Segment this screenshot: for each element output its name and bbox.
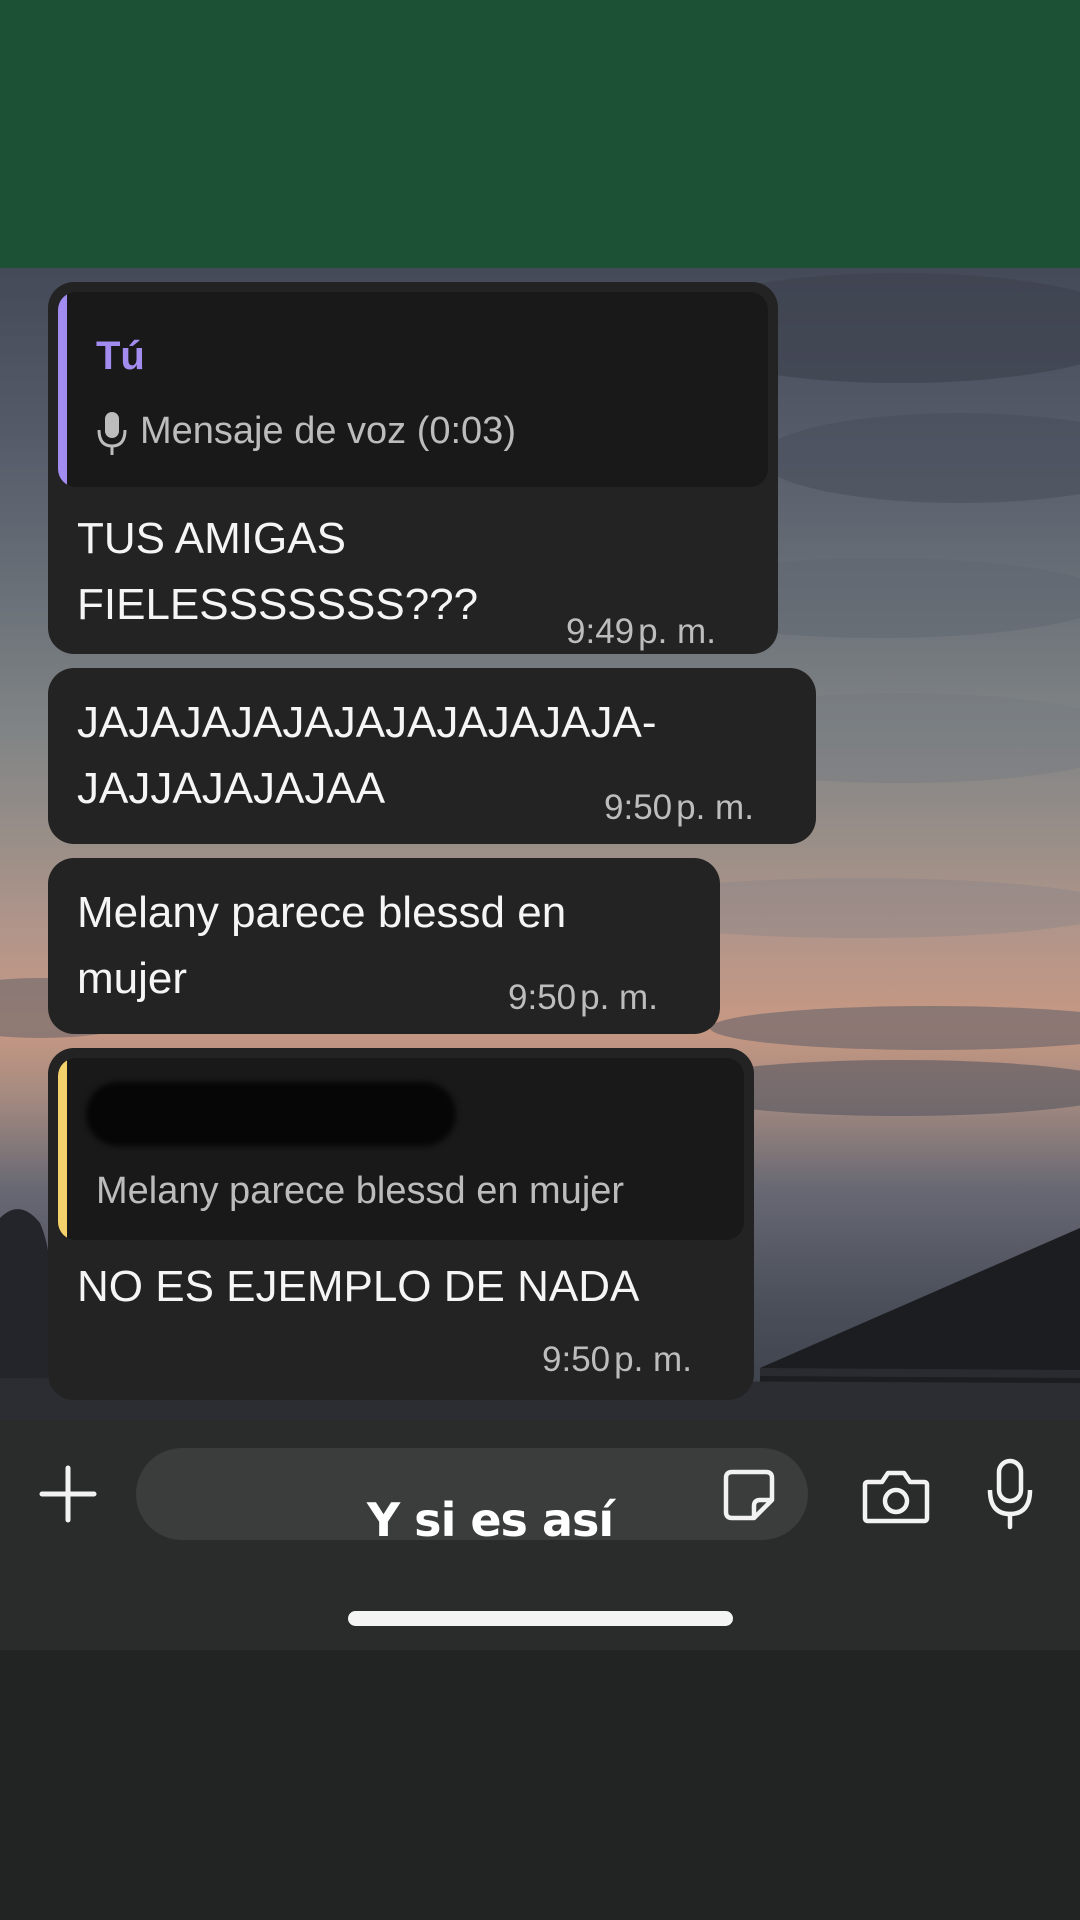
microphone-icon[interactable]: [985, 1458, 1035, 1530]
message-timestamp: 9:50 p. m.: [542, 1340, 692, 1380]
timestamp-ampm: p. m.: [580, 978, 658, 1017]
reply-quote[interactable]: Tú Mensaje de voz (0:03): [58, 292, 768, 487]
reply-text: Melany parece blessd en mujer: [96, 1170, 625, 1212]
message-timestamp: 9:50 p. m.: [508, 978, 658, 1018]
message-text: JAJAJAJAJAJAJAJAJAJAJA- JAJJAJAJAJAA: [77, 698, 657, 813]
timestamp-ampm: p. m.: [614, 1340, 692, 1379]
home-indicator[interactable]: [348, 1611, 733, 1626]
message-text: NO ES EJEMPLO DE NADA: [77, 1262, 640, 1311]
message-bubble[interactable]: Tú Mensaje de voz (0:03) TUS AMIGAS FIEL…: [48, 282, 778, 654]
message-bubble[interactable]: Melany parece blessd en mujer NO ES EJEM…: [48, 1048, 754, 1400]
plus-icon[interactable]: [38, 1464, 98, 1524]
story-caption: Y si es así: [366, 1493, 614, 1547]
message-text: TUS AMIGAS FIELESSSSSSS???: [77, 514, 479, 629]
timestamp-ampm: p. m.: [638, 612, 716, 651]
reply-quote[interactable]: Melany parece blessd en mujer: [58, 1058, 744, 1240]
message-text: Melany parece blessd en mujer: [77, 888, 567, 1003]
message-bubble[interactable]: Melany parece blessd en mujer 9:50 p. m.: [48, 858, 720, 1034]
timestamp-ampm: p. m.: [676, 788, 754, 827]
reply-accent-bar: [58, 1058, 67, 1240]
redacted-author-name: [86, 1082, 456, 1146]
message-bubble[interactable]: JAJAJAJAJAJAJAJAJAJAJA- JAJJAJAJAJAA 9:5…: [48, 668, 816, 844]
reply-author: Tú: [96, 334, 145, 378]
story-top-band: [0, 0, 1080, 268]
timestamp-time: 9:50: [542, 1340, 611, 1379]
message-timestamp: 9:49 p. m.: [566, 612, 716, 652]
camera-icon[interactable]: [862, 1468, 930, 1524]
chat-screenshot: Tú Mensaje de voz (0:03) TUS AMIGAS FIEL…: [0, 268, 1080, 1650]
reply-accent-bar: [58, 292, 67, 487]
timestamp-time: 9:50: [604, 788, 673, 827]
message-timestamp: 9:50 p. m.: [604, 788, 754, 828]
sticker-icon[interactable]: [722, 1468, 776, 1522]
reply-text: Mensaje de voz (0:03): [140, 410, 516, 452]
timestamp-time: 9:49: [566, 612, 635, 651]
microphone-icon: [97, 412, 127, 455]
timestamp-time: 9:50: [508, 978, 577, 1017]
